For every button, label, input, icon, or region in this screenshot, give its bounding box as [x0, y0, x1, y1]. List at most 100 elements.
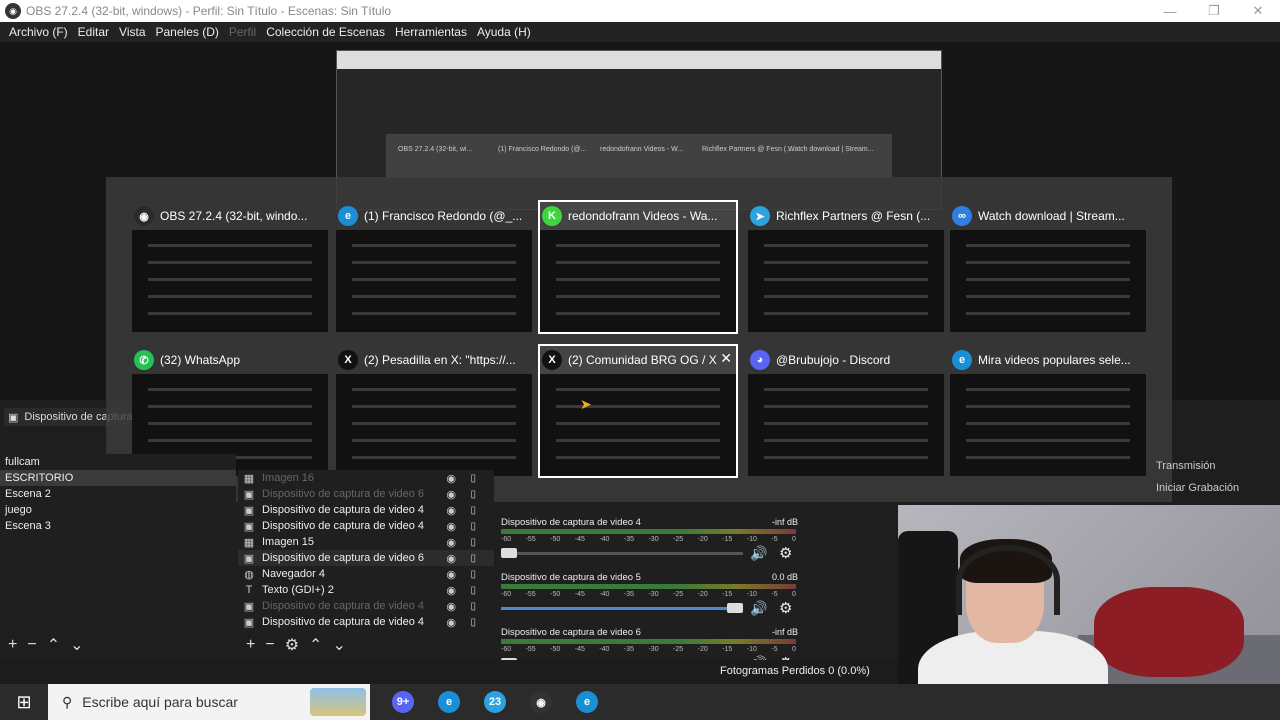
- menu-herramientas[interactable]: Herramientas: [390, 25, 472, 39]
- thumbnail-content: [147, 405, 313, 408]
- mouse-cursor-icon: ➤: [580, 396, 592, 412]
- source-item[interactable]: ▦ Imagen 16 ◉ ▯: [238, 470, 494, 486]
- lock-icon[interactable]: ▯: [470, 489, 476, 500]
- meter-tick: -5: [771, 646, 778, 653]
- window-thumbnail-card[interactable]: ◉ OBS 27.2.4 (32-bit, windo...: [132, 202, 328, 332]
- visibility-eye-icon[interactable]: ◉: [446, 472, 456, 485]
- taskbar-app[interactable]: e: [564, 684, 610, 720]
- lock-icon[interactable]: ▯: [470, 585, 476, 596]
- remove-scene-button[interactable]: −: [27, 636, 36, 654]
- source-item[interactable]: ▣ Dispositivo de captura de video 4 ◉ ▯: [238, 502, 494, 518]
- close-window-button[interactable]: ✕: [1236, 0, 1280, 22]
- minimize-button[interactable]: —: [1148, 0, 1192, 22]
- menu-coleccion-escenas[interactable]: Colección de Escenas: [261, 25, 390, 39]
- thumbnail-content: [965, 405, 1131, 408]
- scene-item[interactable]: Escena 3: [0, 518, 236, 534]
- volume-knob[interactable]: [501, 548, 517, 558]
- scene-item[interactable]: juego: [0, 502, 236, 518]
- window-thumbnail-card[interactable]: ∞ Watch download | Stream...: [950, 202, 1146, 332]
- taskbar-app[interactable]: 23: [472, 684, 518, 720]
- camera-icon: ▣: [243, 552, 255, 565]
- lock-icon[interactable]: ▯: [470, 617, 476, 628]
- lock-icon[interactable]: ▯: [470, 569, 476, 580]
- scene-item[interactable]: Escena 2: [0, 486, 236, 502]
- thumbnail-content: [555, 388, 721, 391]
- add-scene-button[interactable]: +: [8, 636, 17, 654]
- lock-icon[interactable]: ▯: [470, 553, 476, 564]
- mixer-channel: Dispositivo de captura de video 5 0.0 dB -…: [496, 560, 810, 617]
- volume-slider[interactable]: [501, 548, 743, 558]
- window-thumbnail-card[interactable]: e Mira videos populares sele...: [950, 346, 1146, 476]
- window-thumbnail-card[interactable]: X (2) Comunidad BRG OG / X ✕: [538, 344, 738, 478]
- visibility-eye-icon[interactable]: ◉: [446, 520, 456, 533]
- lock-icon[interactable]: ▯: [470, 521, 476, 532]
- close-icon[interactable]: ✕: [720, 350, 732, 367]
- visibility-eye-icon[interactable]: ◉: [446, 504, 456, 517]
- move-down-button[interactable]: ⌄: [70, 635, 83, 655]
- remove-source-button[interactable]: −: [265, 636, 274, 654]
- maximize-button[interactable]: ❐: [1192, 0, 1236, 22]
- menu-paneles[interactable]: Paneles (D): [151, 25, 224, 39]
- card-title: @Brubujojo - Discord: [776, 353, 891, 367]
- window-preview-thumbnail: [336, 230, 532, 332]
- thumbnail-content: [763, 456, 929, 459]
- source-item[interactable]: ▣ Dispositivo de captura de video 4 ◉ ▯: [238, 518, 494, 534]
- source-item[interactable]: ▦ Imagen 15 ◉ ▯: [238, 534, 494, 550]
- visibility-eye-icon[interactable]: ◉: [446, 552, 456, 565]
- meter-tick: -55: [525, 536, 536, 543]
- visibility-eye-icon[interactable]: ◉: [446, 616, 456, 629]
- window-thumbnail-card[interactable]: Kredondofrann Videos - Wa...: [538, 200, 738, 334]
- menu-editar[interactable]: Editar: [73, 25, 114, 39]
- scene-item[interactable]: fullcam: [0, 454, 236, 470]
- menu-ayuda[interactable]: Ayuda (H): [472, 25, 536, 39]
- thumbnail-content: [351, 405, 517, 408]
- add-source-button[interactable]: +: [246, 636, 255, 654]
- menu-vista[interactable]: Vista: [114, 25, 150, 39]
- visibility-eye-icon[interactable]: ◉: [446, 584, 456, 597]
- window-thumbnail-card[interactable]: ➤ Richflex Partners @ Fesn (...: [748, 202, 944, 332]
- menu-perfil[interactable]: Perfil: [224, 25, 261, 39]
- lock-icon[interactable]: ▯: [470, 505, 476, 516]
- source-item[interactable]: ▣ Dispositivo de captura de video 6 ◉ ▯: [238, 486, 494, 502]
- visibility-eye-icon[interactable]: ◉: [446, 488, 456, 501]
- source-settings-button[interactable]: ⚙: [285, 635, 299, 655]
- window-thumbnail-card[interactable]: e (1) Francisco Redondo (@_...: [336, 202, 532, 332]
- thumbnail-content: [555, 312, 721, 315]
- window-thumbnail-card[interactable]: X (2) Pesadilla en X: "https://...: [336, 346, 532, 476]
- taskbar-app[interactable]: e: [426, 684, 472, 720]
- visibility-eye-icon[interactable]: ◉: [446, 536, 456, 549]
- thumbnail-content: [555, 278, 721, 281]
- source-item[interactable]: ▣ Dispositivo de captura de video 4 ◉ ▯: [238, 614, 494, 630]
- window-preview-thumbnail: [950, 230, 1146, 332]
- start-recording-button[interactable]: Iniciar Grabación: [1120, 477, 1280, 499]
- lock-icon[interactable]: ▯: [470, 473, 476, 484]
- menu-archivo[interactable]: Archivo (F): [4, 25, 73, 39]
- source-item[interactable]: ▣ Dispositivo de captura de video 6 ◉ ▯: [238, 550, 494, 566]
- windows-start-icon[interactable]: ⊞: [0, 684, 48, 720]
- mixer-channel: Dispositivo de captura de video 4 -inf dB…: [496, 505, 810, 562]
- taskbar-app[interactable]: ◉: [518, 684, 564, 720]
- volume-slider[interactable]: [501, 603, 743, 613]
- source-item[interactable]: ◍ Navegador 4 ◉ ▯: [238, 566, 494, 582]
- source-item[interactable]: ▣ Dispositivo de captura de video 4 ◉ ▯: [238, 598, 494, 614]
- scene-item-active[interactable]: ESCRITORIO: [0, 470, 236, 486]
- meter-tick: 0: [792, 646, 796, 653]
- move-up-button[interactable]: ⌃: [47, 635, 60, 655]
- obs-icon: ◉: [5, 3, 21, 19]
- visibility-eye-icon[interactable]: ◉: [446, 568, 456, 581]
- volume-knob[interactable]: [727, 603, 743, 613]
- lock-icon[interactable]: ▯: [470, 537, 476, 548]
- taskbar-app[interactable]: 9+: [380, 684, 426, 720]
- move-down-button[interactable]: ⌄: [332, 635, 345, 655]
- thumbnail-content: [147, 244, 313, 247]
- visibility-eye-icon[interactable]: ◉: [446, 600, 456, 613]
- window-thumbnail-card[interactable]: ◕ @Brubujojo - Discord: [748, 346, 944, 476]
- meter-ticks: -60 -55 -50 -45 -40 -35 -30 -25 -20 -15 -10 -5 0: [501, 646, 796, 653]
- source-item[interactable]: T Texto (GDI+) 2 ◉ ▯: [238, 582, 494, 598]
- frames-dropped: Fotogramas Perdidos 0 (0.0%): [720, 665, 870, 677]
- taskbar-search[interactable]: ⚲ Escribe aquí para buscar: [48, 684, 370, 720]
- lock-icon[interactable]: ▯: [470, 601, 476, 612]
- thumbnail-content: [763, 295, 929, 298]
- move-up-button[interactable]: ⌃: [309, 635, 322, 655]
- start-streaming-button[interactable]: Transmisión: [1120, 455, 1280, 477]
